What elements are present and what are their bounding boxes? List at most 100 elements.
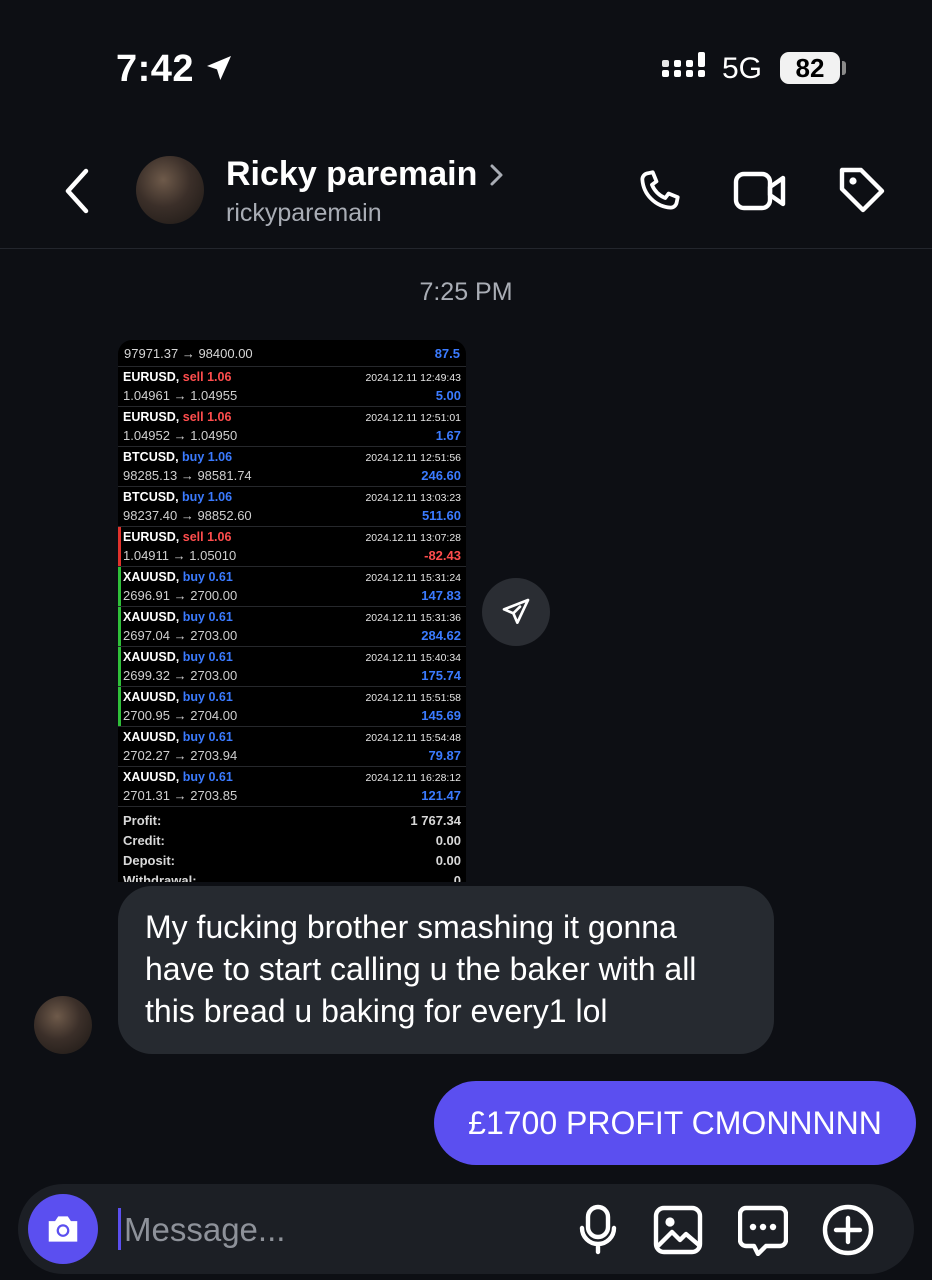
trade-symbol: BTCUSD, buy 1.06 — [123, 450, 232, 464]
trade-side: buy 0.61 — [182, 690, 233, 704]
trade-date: 2024.12.11 12:51:56 — [365, 452, 461, 464]
trade-range: 2701.31 → 2703.85 — [123, 788, 238, 803]
image-icon[interactable] — [652, 1204, 704, 1256]
trade-range: 2696.91 → 2700.00 — [123, 588, 238, 603]
trade-summary: Profit: 1 767.34 Credit: 0.00 Deposit: 0.00 Wi… — [118, 806, 466, 882]
trade-symbol: EURUSD, sell 1.06 — [123, 410, 231, 424]
trade-range: 98285.13 → 98581.74 — [123, 468, 252, 483]
trade-symbol-text: EURUSD, — [123, 410, 180, 424]
trade-profit: 79.87 — [428, 748, 461, 763]
trade-row: BTCUSD, buy 1.06 2024.12.11 13:03:23 98237… — [118, 486, 466, 527]
trade-symbol: XAUUSD, buy 0.61 — [123, 650, 233, 664]
trade-range: 1.04911 → 1.05010 — [123, 548, 237, 563]
video-camera-icon[interactable] — [732, 168, 788, 214]
send-icon — [502, 598, 530, 624]
chevron-right-icon[interactable] — [486, 160, 508, 190]
network-type: 5G — [722, 52, 763, 85]
trade-profit: 246.60 — [421, 468, 461, 483]
trade-profit: 147.83 — [421, 588, 461, 603]
summary-label: Deposit: — [123, 853, 175, 868]
location-arrow-icon — [207, 56, 231, 80]
message-input[interactable] — [124, 1204, 544, 1256]
camera-icon — [48, 1216, 78, 1242]
trade-profit: 121.47 — [421, 788, 461, 803]
row-marker — [118, 647, 121, 687]
trade-range: 98237.40 → 98852.60 — [123, 508, 252, 523]
trade-profit: 284.62 — [421, 628, 461, 643]
trade-date: 2024.12.11 13:03:23 — [365, 492, 461, 504]
contact-name[interactable]: Ricky paremain — [226, 155, 477, 194]
trade-row: XAUUSD, buy 0.61 2024.12.11 15:40:34 2699.… — [118, 646, 466, 687]
row-marker — [118, 527, 121, 567]
trade-symbol-text: XAUUSD, — [123, 610, 180, 624]
row-marker — [118, 567, 121, 607]
trade-date: 2024.12.11 15:51:58 — [365, 692, 461, 704]
trade-row: XAUUSD, buy 0.61 2024.12.11 15:31:24 2696.… — [118, 566, 466, 607]
trade-row: EURUSD, sell 1.06 2024.12.11 13:07:28 1.04… — [118, 526, 466, 567]
trade-side: buy 0.61 — [182, 770, 233, 784]
trade-symbol-text: BTCUSD, — [123, 490, 179, 504]
trade-side: buy 0.61 — [182, 570, 233, 584]
summary-row: Profit: 1 767.34 — [123, 813, 461, 828]
summary-row: Credit: 0.00 — [123, 833, 461, 848]
phone-icon[interactable] — [634, 166, 684, 216]
signal-icon — [662, 52, 705, 77]
trade-symbol-text: BTCUSD, — [123, 450, 179, 464]
trade-date: 2024.12.11 13:07:28 — [365, 532, 461, 544]
trade-profit: 1.67 — [435, 428, 461, 443]
trade-side: sell 1.06 — [182, 530, 232, 544]
trade-profit: 145.69 — [421, 708, 461, 723]
summary-row: Deposit: 0.00 — [123, 853, 461, 868]
trade-side: buy 1.06 — [182, 450, 233, 464]
trade-date: 2024.12.11 16:28:12 — [365, 772, 461, 784]
trade-range: 2697.04 → 2703.00 — [123, 628, 238, 643]
trade-date: 2024.12.11 12:49:43 — [365, 372, 461, 384]
trade-symbol-text: XAUUSD, — [123, 730, 180, 744]
trade-symbol: XAUUSD, buy 0.61 — [123, 730, 233, 744]
plus-circle-icon[interactable] — [822, 1204, 874, 1256]
microphone-icon[interactable] — [578, 1204, 618, 1256]
trade-date: 2024.12.11 15:54:48 — [365, 732, 461, 744]
summary-label: Credit: — [123, 833, 165, 848]
status-time: 7:42 — [116, 48, 195, 90]
battery-tip — [842, 61, 846, 75]
summary-label: Withdrawal: — [123, 873, 197, 882]
header-divider — [0, 248, 932, 249]
trade-symbol: EURUSD, sell 1.06 — [123, 370, 231, 384]
sticker-chat-icon[interactable] — [738, 1204, 788, 1256]
tag-icon[interactable] — [836, 164, 888, 216]
trade-range: 2700.95 → 2704.00 — [123, 708, 238, 723]
summary-label: Profit: — [123, 813, 162, 828]
chevron-left-icon[interactable] — [58, 166, 98, 216]
trade-date: 2024.12.11 15:31:24 — [365, 572, 461, 584]
text-caret — [118, 1208, 121, 1250]
trade-date: 2024.12.11 12:51:01 — [365, 412, 461, 424]
incoming-message[interactable]: My fucking brother smashing it gonna hav… — [118, 886, 774, 1054]
message-timestamp: 7:25 PM — [419, 278, 513, 306]
contact-avatar[interactable] — [136, 156, 204, 224]
share-button[interactable] — [482, 578, 550, 646]
trade-symbol-text: XAUUSD, — [123, 650, 180, 664]
sender-avatar[interactable] — [34, 996, 92, 1054]
row-marker — [118, 687, 121, 727]
trade-history-screenshot[interactable]: 97971.37 → 98400.00 87.5 EURUSD, sell 1.… — [118, 340, 466, 882]
trade-profit: -82.43 — [424, 548, 461, 563]
trade-symbol-text: XAUUSD, — [123, 690, 180, 704]
trade-row: XAUUSD, buy 0.61 2024.12.11 15:54:48 2702.… — [118, 726, 466, 767]
trade-profit: 511.60 — [421, 508, 461, 523]
camera-button[interactable] — [28, 1194, 98, 1264]
trade-symbol: XAUUSD, buy 0.61 — [123, 770, 233, 784]
outgoing-message[interactable]: £1700 PROFIT CMONNNNN — [434, 1081, 916, 1165]
battery-level: 82 — [780, 52, 840, 84]
trade-symbol: XAUUSD, buy 0.61 — [123, 570, 233, 584]
trade-row: EURUSD, sell 1.06 2024.12.11 12:49:43 1.04… — [118, 366, 466, 407]
trade-symbol-text: XAUUSD, — [123, 570, 180, 584]
trade-row: XAUUSD, buy 0.61 2024.12.11 15:31:36 2697.… — [118, 606, 466, 647]
trade-date: 2024.12.11 15:40:34 — [365, 652, 461, 664]
trade-symbol-text: XAUUSD, — [123, 770, 180, 784]
trade-side: buy 0.61 — [182, 730, 233, 744]
trade-row-profit: 87.5 — [434, 346, 460, 361]
trade-symbol: BTCUSD, buy 1.06 — [123, 490, 232, 504]
trade-range: 2702.27 → 2703.94 — [123, 748, 238, 763]
summary-value: 1 767.34 — [410, 813, 461, 828]
